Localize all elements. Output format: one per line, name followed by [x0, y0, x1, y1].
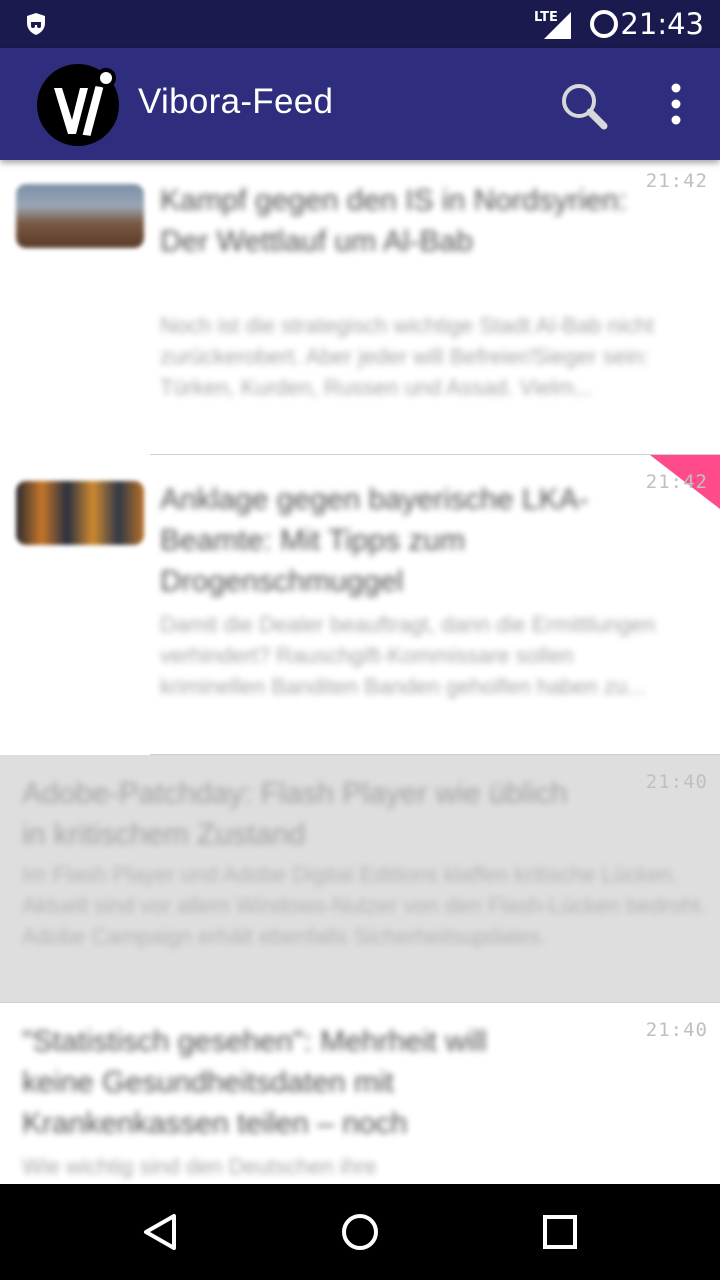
- signal-icon: [544, 12, 571, 39]
- vibora-logo: [37, 64, 119, 146]
- item-description: Noch ist die strategisch wichtige Stadt …: [160, 313, 655, 400]
- feed-item[interactable]: 21:42 Anklage gegen bayerische LKA-Beamt…: [0, 455, 720, 755]
- item-time: 21:40: [645, 771, 708, 793]
- app-title: Vibora-Feed: [138, 82, 334, 121]
- incognito-shield-icon: [27, 13, 45, 35]
- item-description: Damit die Dealer beauftragt, dann die Er…: [160, 612, 656, 699]
- item-description: Wie wichtig sind den Deutschen ihre: [22, 1154, 377, 1179]
- status-bar: LTE 21:43: [0, 0, 720, 48]
- item-title: Adobe-Patchday: Flash Player wie üblich …: [22, 777, 568, 851]
- article-thumbnail: [16, 481, 144, 545]
- recents-icon[interactable]: [536, 1208, 584, 1256]
- home-icon[interactable]: [336, 1208, 384, 1256]
- feed-item[interactable]: 21:42 Kampf gegen den IS in Nordsyrien: …: [0, 160, 720, 455]
- overflow-menu-icon[interactable]: [660, 80, 692, 128]
- back-icon[interactable]: [136, 1208, 184, 1256]
- item-time: 21:42: [645, 170, 708, 192]
- feed-item[interactable]: 21:40 "Statistisch gesehen": Mehrheit wi…: [0, 1003, 720, 1184]
- item-time: 21:40: [645, 1019, 708, 1041]
- item-title: "Statistisch gesehen": Mehrheit will kei…: [22, 1025, 487, 1140]
- search-icon[interactable]: [556, 78, 612, 134]
- item-time: 21:42: [645, 471, 708, 493]
- feed-item-read[interactable]: 21:40 Adobe-Patchday: Flash Player wie ü…: [0, 755, 720, 1003]
- feed-list[interactable]: 21:42 Kampf gegen den IS in Nordsyrien: …: [0, 160, 720, 1184]
- item-description: Im Flash Player und Adobe Digital Editio…: [22, 862, 707, 949]
- status-clock: 21:43: [620, 7, 704, 41]
- battery-saver-icon: [590, 10, 618, 38]
- navigation-bar: [0, 1184, 720, 1280]
- item-title: Anklage gegen bayerische LKA-Beamte: Mit…: [160, 483, 589, 598]
- app-bar: Vibora-Feed: [0, 48, 720, 160]
- article-thumbnail: [16, 184, 144, 248]
- item-title: Kampf gegen den IS in Nordsyrien: Der We…: [160, 184, 627, 258]
